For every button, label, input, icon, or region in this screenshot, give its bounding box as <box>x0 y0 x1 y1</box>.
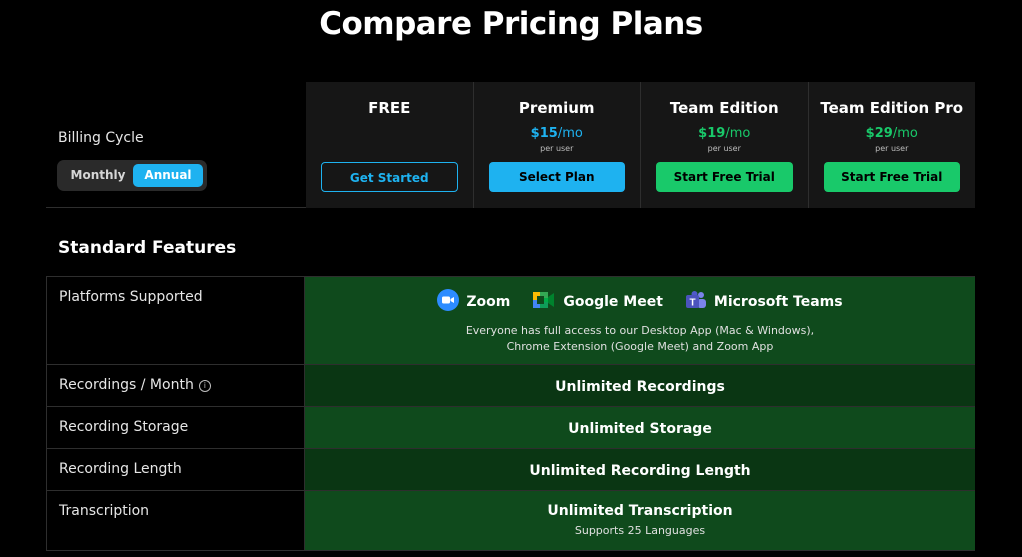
billing-cycle-toggle[interactable]: Monthly Annual <box>57 160 207 191</box>
feature-label-text: Recordings / Month <box>59 377 194 393</box>
microsoft-teams-icon: T <box>685 290 707 314</box>
svg-text:T: T <box>689 298 695 309</box>
feature-value: Unlimited Recordings <box>305 365 975 406</box>
table-row-storage: Recording Storage Unlimited Storage <box>46 407 975 449</box>
plan-team-edition: Team Edition $19/mo per user Start Free … <box>640 82 808 208</box>
plan-price: $15/mo <box>474 126 641 141</box>
price-amount: $29 <box>865 126 893 141</box>
plans-header: FREE Get Started Premium $15/mo per user… <box>306 82 975 208</box>
feature-value-sub: Supports 25 Languages <box>574 524 706 537</box>
billing-cycle-label: Billing Cycle <box>58 130 144 146</box>
feature-label: Recording Storage <box>46 407 305 448</box>
feature-value-text: Unlimited Transcription <box>547 503 733 519</box>
section-title: Standard Features <box>58 238 237 258</box>
plan-name: Team Edition <box>669 99 779 117</box>
platforms-note-line1: Everyone has full access to our Desktop … <box>465 324 815 337</box>
zoom-icon <box>437 289 460 315</box>
feature-value: Unlimited Recording Length <box>305 449 975 490</box>
price-per-user: per user <box>875 144 909 153</box>
info-icon[interactable]: i <box>198 380 211 392</box>
platform-google-meet: Google Meet <box>532 290 663 314</box>
platform-microsoft-teams: T Microsoft Teams <box>685 290 843 314</box>
table-row-transcription: Transcription Unlimited Transcription Su… <box>46 491 975 551</box>
feature-value: Zoom Google Meet T Microsoft Teams Every… <box>305 277 975 364</box>
annual-option[interactable]: Annual <box>133 164 203 187</box>
plan-price: $29/mo <box>809 126 976 141</box>
feature-value: Unlimited Storage <box>305 407 975 448</box>
select-plan-button[interactable]: Select Plan <box>488 162 625 192</box>
platform-name: Google Meet <box>563 294 663 310</box>
page-title: Compare Pricing Plans <box>319 6 703 42</box>
plan-name: Team Edition Pro <box>820 99 964 117</box>
platform-name: Microsoft Teams <box>713 294 843 310</box>
feature-value-text: Unlimited Storage <box>568 421 712 437</box>
plan-price: $19/mo <box>641 126 808 141</box>
platform-name: Zoom <box>466 294 511 310</box>
price-unit: /mo <box>892 126 918 141</box>
price-amount: $15 <box>530 126 558 141</box>
plan-premium: Premium $15/mo per user Select Plan <box>472 82 641 208</box>
feature-value-text: Unlimited Recordings <box>555 379 725 395</box>
price-per-user: per user <box>540 144 574 153</box>
feature-label: Transcription <box>46 491 305 550</box>
price-unit: /mo <box>557 126 583 141</box>
plan-team-edition-pro: Team Edition Pro $29/mo per user Start F… <box>807 82 976 208</box>
start-free-trial-button[interactable]: Start Free Trial <box>656 162 793 192</box>
feature-value-text: Unlimited Recording Length <box>529 463 751 479</box>
feature-label: Platforms Supported <box>46 277 305 364</box>
platforms-note-line2: Chrome Extension (Google Meet) and Zoom … <box>506 340 774 353</box>
table-row-platforms: Platforms Supported Zoom Google Meet T M… <box>46 277 975 365</box>
price-amount: $19 <box>698 126 726 141</box>
price-unit: /mo <box>725 126 751 141</box>
feature-label: Recording Length <box>46 449 305 490</box>
monthly-option[interactable]: Monthly <box>65 164 131 187</box>
plan-name: Premium <box>518 99 595 117</box>
feature-label: Recordings / Month i <box>46 365 305 406</box>
platform-list: Zoom Google Meet T Microsoft Teams <box>305 289 975 315</box>
start-free-trial-button[interactable]: Start Free Trial <box>823 162 960 192</box>
google-meet-icon <box>532 290 556 314</box>
feature-value: Unlimited Transcription Supports 25 Lang… <box>305 491 975 550</box>
divider <box>46 207 306 208</box>
table-row-length: Recording Length Unlimited Recording Len… <box>46 449 975 491</box>
plan-name: FREE <box>368 99 411 117</box>
table-row-recordings: Recordings / Month i Unlimited Recordings <box>46 365 975 407</box>
get-started-button[interactable]: Get Started <box>321 162 458 192</box>
features-table: Platforms Supported Zoom Google Meet T M… <box>46 276 975 551</box>
price-per-user: per user <box>707 144 741 153</box>
plan-free: FREE Get Started <box>306 82 473 208</box>
platform-zoom: Zoom <box>437 289 510 315</box>
